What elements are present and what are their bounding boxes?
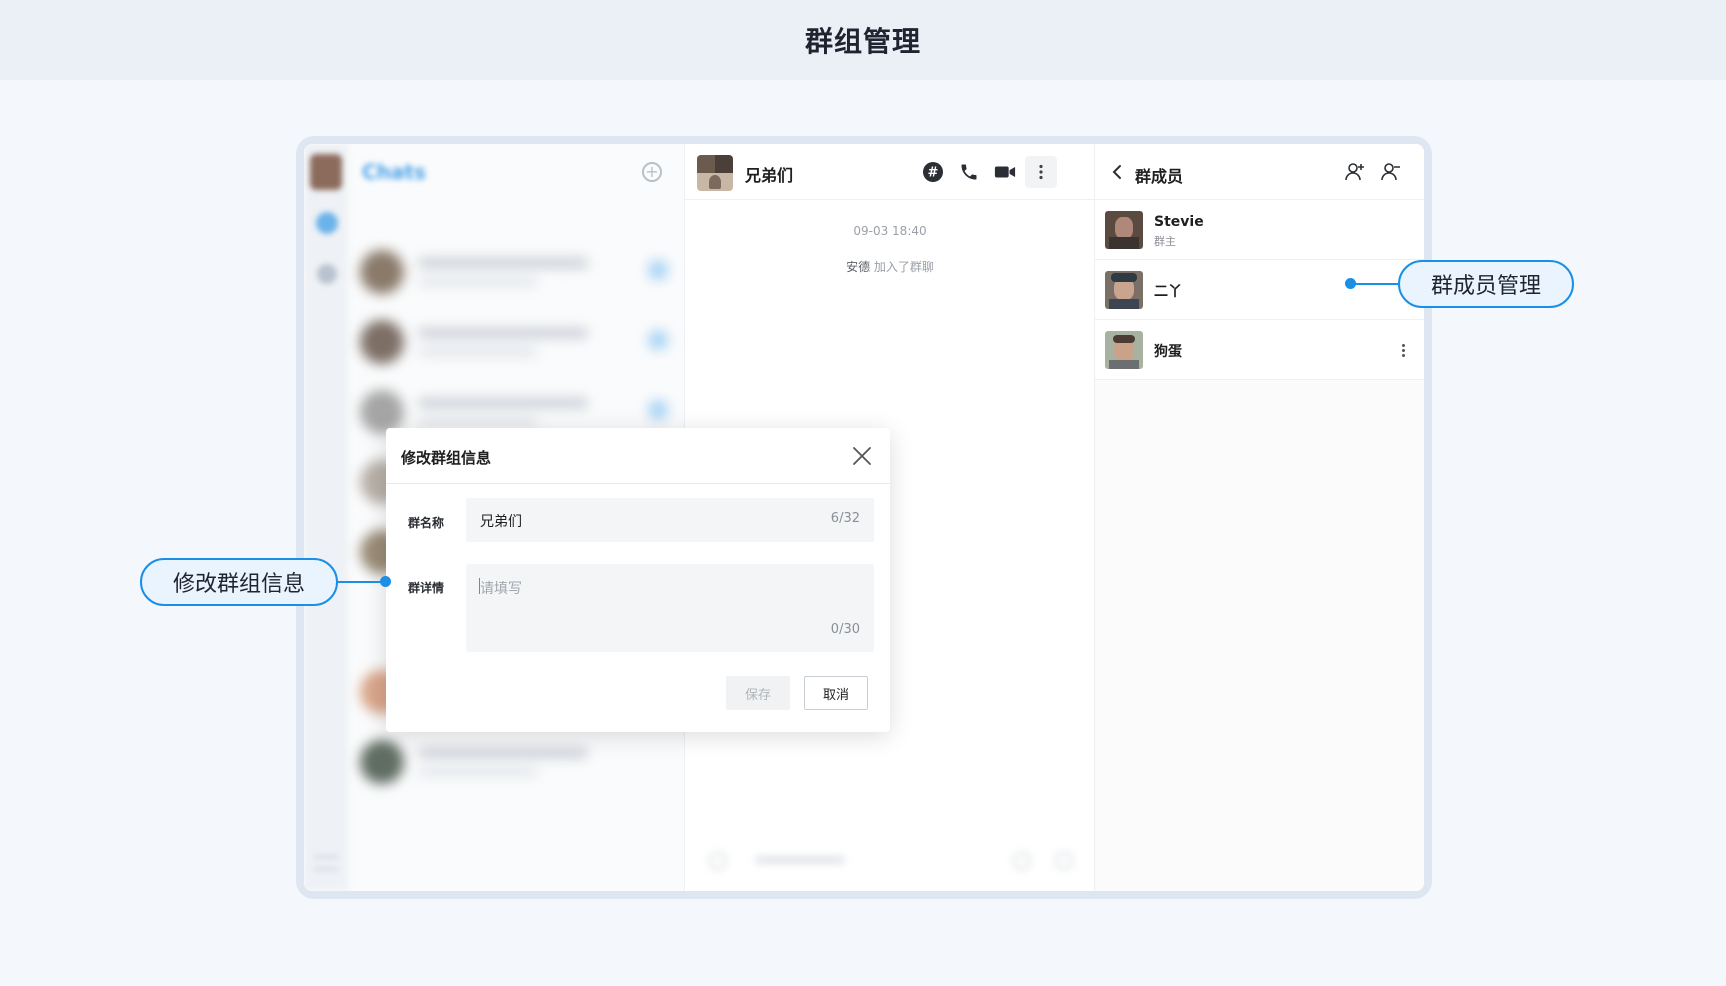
member-name: 二丫 — [1154, 284, 1182, 300]
system-message: 安德 加入了群聊 — [685, 258, 1095, 275]
mention-icon[interactable]: # — [921, 160, 945, 184]
close-icon[interactable] — [850, 444, 874, 468]
group-detail-count: 0/30 — [830, 622, 860, 637]
page-title: 群组管理 — [804, 25, 921, 58]
member-more-icon[interactable] — [1393, 340, 1413, 360]
video-call-icon[interactable] — [993, 160, 1017, 184]
member-name: 狗蛋 — [1154, 344, 1182, 360]
member-row[interactable]: Stevie 群主 — [1095, 200, 1424, 260]
group-name-label: 群名称 — [408, 516, 445, 530]
member-management-callout: 群成员管理 — [1398, 260, 1574, 308]
chat-list-item[interactable] — [352, 730, 682, 794]
nav-rail — [304, 144, 348, 891]
more-options-button[interactable] — [1025, 156, 1057, 188]
add-member-icon[interactable] — [1343, 160, 1367, 184]
member-role: 群主 — [1154, 235, 1176, 248]
chat-name: 兄弟们 — [745, 166, 794, 185]
back-arrow-icon[interactable] — [1105, 160, 1129, 184]
chats-nav-icon[interactable] — [316, 212, 338, 234]
chats-title: Chats — [362, 160, 426, 184]
member-pane: 群成员 Stevie 群主 二丫 狗蛋 — [1095, 144, 1424, 891]
contacts-nav-icon[interactable] — [317, 264, 337, 284]
callout-connector-dot — [1345, 278, 1356, 289]
member-avatar — [1105, 271, 1143, 309]
group-name-count: 6/32 — [830, 511, 860, 526]
user-avatar[interactable] — [310, 154, 342, 190]
dialog-header: 修改群组信息 — [386, 428, 890, 484]
callout-connector-dot — [380, 576, 391, 587]
edit-group-callout: 修改群组信息 — [140, 558, 338, 606]
chat-list-item[interactable] — [352, 310, 682, 374]
member-name: Stevie — [1154, 214, 1204, 230]
group-detail-label: 群详情 — [408, 581, 445, 595]
remove-member-icon[interactable] — [1379, 160, 1403, 184]
member-header: 群成员 — [1095, 144, 1424, 200]
group-name-input[interactable]: 兄弟们 6/32 — [466, 498, 874, 542]
member-avatar — [1105, 211, 1143, 249]
member-title: 群成员 — [1135, 167, 1184, 186]
page-header: 群组管理 — [0, 0, 1726, 80]
member-row[interactable]: 二丫 — [1095, 260, 1424, 320]
svg-text:#: # — [928, 166, 939, 181]
group-avatar[interactable] — [697, 155, 733, 191]
menu-icon[interactable] — [314, 856, 338, 870]
dialog-title: 修改群组信息 — [401, 449, 492, 467]
system-message-text: 加入了群聊 — [873, 260, 934, 274]
member-row[interactable]: 狗蛋 — [1095, 320, 1424, 380]
message-timestamp: 09-03 18:40 — [853, 224, 927, 238]
cancel-button[interactable]: 取消 — [804, 676, 868, 710]
group-detail-textarea[interactable]: 请填写 0/30 — [466, 564, 874, 652]
chat-header: 兄弟们 # — [685, 144, 1095, 200]
callout-connector-line — [338, 581, 386, 583]
member-avatar — [1105, 331, 1143, 369]
edit-group-dialog: 修改群组信息 群名称 兄弟们 6/32 群详情 请填写 0/30 保存 取消 — [386, 428, 890, 732]
save-button[interactable]: 保存 — [726, 676, 790, 710]
add-chat-icon[interactable]: + — [642, 162, 662, 182]
callout-connector-line — [1352, 283, 1398, 285]
group-detail-placeholder: 请填写 — [480, 581, 522, 597]
phone-icon[interactable] — [957, 160, 981, 184]
message-input-bar[interactable] — [695, 844, 1085, 880]
system-message-user: 安德 — [846, 260, 871, 274]
group-name-value: 兄弟们 — [480, 514, 522, 530]
chat-list-item[interactable] — [352, 240, 682, 304]
